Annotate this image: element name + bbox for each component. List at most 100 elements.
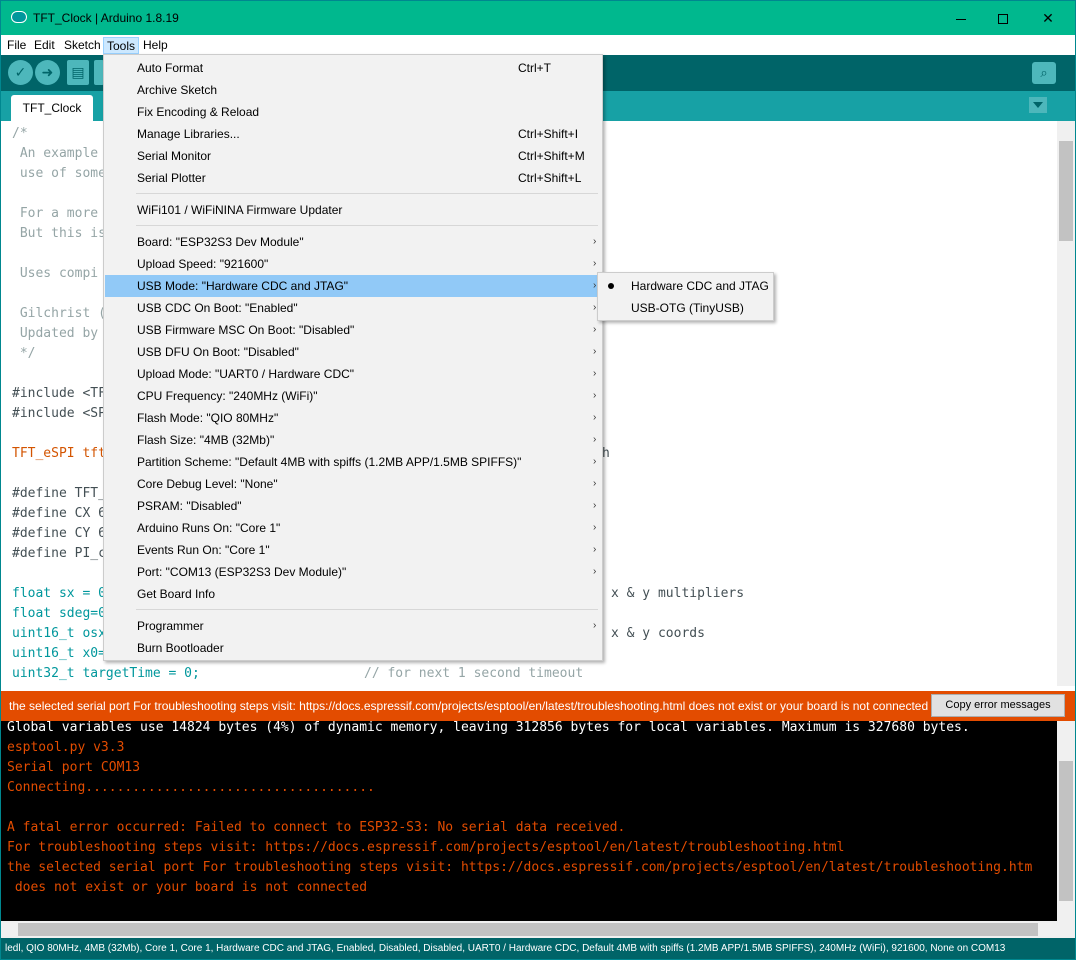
menu-edit[interactable]: Edit	[31, 37, 58, 54]
menu-item-auto-format[interactable]: Auto Format Ctrl+T	[105, 57, 601, 79]
menu-item-serial-plotter[interactable]: Serial Plotter Ctrl+Shift+L	[105, 167, 601, 189]
code-line: But this is	[12, 226, 106, 241]
menu-file[interactable]: File	[4, 37, 29, 54]
menu-item-firmware-updater[interactable]: WiFi101 / WiFiNINA Firmware Updater	[105, 199, 601, 221]
code-line: #define PI_c	[12, 546, 106, 561]
menu-separator	[136, 225, 598, 226]
menu-item-usb-dfu[interactable]: USB DFU On Boot: "Disabled" ›	[105, 341, 601, 363]
menu-item-serial-monitor[interactable]: Serial Monitor Ctrl+Shift+M	[105, 145, 601, 167]
copy-error-messages-button[interactable]: Copy error messages	[931, 694, 1065, 717]
status-footer: ledl, QIO 80MHz, 4MB (32Mb), Core 1, Cor…	[1, 938, 1075, 959]
chevron-right-icon: ›	[593, 412, 597, 423]
title-bar: TFT_Clock | Arduino 1.8.19 ✕	[1, 1, 1075, 35]
code-line: #define CY 6	[12, 526, 106, 541]
code-line: */	[12, 346, 36, 361]
code-line: #include <TF	[12, 386, 106, 401]
menu-bar: File Edit Sketch Tools Help	[1, 35, 1075, 55]
magnifier-icon: ⌕	[1040, 65, 1048, 80]
tools-menu-dropdown: Auto Format Ctrl+T Archive Sketch Fix Enc…	[103, 54, 603, 661]
menu-item-board[interactable]: Board: "ESP32S3 Dev Module" ›	[105, 231, 601, 253]
menu-item-events-run-on[interactable]: Events Run On: "Core 1" ›	[105, 539, 601, 561]
code-line: use of some	[12, 166, 106, 181]
new-file-icon: ▤	[71, 64, 85, 80]
window-title: TFT_Clock | Arduino 1.8.19	[33, 11, 179, 25]
menu-item-get-board-info[interactable]: Get Board Info	[105, 583, 601, 605]
menu-item-fix-encoding[interactable]: Fix Encoding & Reload	[105, 101, 601, 123]
console-line: Connecting..............................…	[7, 780, 375, 795]
serial-monitor-button[interactable]: ⌕	[1032, 62, 1056, 84]
menu-item-burn-bootloader[interactable]: Burn Bootloader	[105, 637, 601, 659]
editor-scrollbar[interactable]	[1057, 121, 1075, 686]
minimize-icon	[956, 18, 966, 20]
scroll-thumb[interactable]	[1059, 141, 1073, 241]
chevron-right-icon: ›	[593, 302, 597, 313]
code-line: For a more	[12, 206, 99, 221]
menu-item-archive-sketch[interactable]: Archive Sketch	[105, 79, 601, 101]
code-line: TFT_eSPI tft	[12, 446, 106, 461]
console-output[interactable]: Global variables use 14824 bytes (4%) of…	[1, 721, 1057, 921]
code-line: Uses compi	[12, 266, 99, 281]
menu-item-psram[interactable]: PSRAM: "Disabled" ›	[105, 495, 601, 517]
menu-item-usb-mode[interactable]: USB Mode: "Hardware CDC and JTAG" ›	[105, 275, 601, 297]
verify-button[interactable]: ✓	[8, 60, 33, 85]
maximize-icon	[998, 14, 1008, 25]
menu-item-arduino-runs-on[interactable]: Arduino Runs On: "Core 1" ›	[105, 517, 601, 539]
menu-tools[interactable]: Tools	[103, 37, 140, 54]
code-line: #define TFT_	[12, 486, 106, 501]
menu-item-port[interactable]: Port: "COM13 (ESP32S3 Dev Module)" ›	[105, 561, 601, 583]
menu-item-usb-firmware-msc[interactable]: USB Firmware MSC On Boot: "Disabled" ›	[105, 319, 601, 341]
code-line: An example	[12, 146, 99, 161]
upload-button[interactable]: ➜	[35, 60, 60, 85]
code-line-fragment: x & y coords	[611, 626, 705, 641]
chevron-right-icon: ›	[593, 566, 597, 577]
code-line: Updated by	[12, 326, 99, 341]
menu-item-core-debug-level[interactable]: Core Debug Level: "None" ›	[105, 473, 601, 495]
menu-item-upload-mode[interactable]: Upload Mode: "UART0 / Hardware CDC" ›	[105, 363, 601, 385]
menu-separator	[136, 193, 598, 194]
code-line-fragment: h	[602, 446, 610, 461]
console-line: A fatal error occurred: Failed to connec…	[7, 820, 626, 835]
code-line: uint16_t osx	[12, 626, 106, 641]
chevron-right-icon: ›	[593, 346, 597, 357]
menu-item-usb-cdc-on-boot[interactable]: USB CDC On Boot: "Enabled" ›	[105, 297, 601, 319]
usb-mode-submenu: Hardware CDC and JTAG USB-OTG (TinyUSB)	[597, 272, 774, 321]
menu-separator	[136, 609, 598, 610]
new-sketch-button[interactable]: ▤	[67, 60, 89, 85]
menu-item-upload-speed[interactable]: Upload Speed: "921600" ›	[105, 253, 601, 275]
menu-item-manage-libraries[interactable]: Manage Libraries... Ctrl+Shift+I	[105, 123, 601, 145]
menu-item-flash-mode[interactable]: Flash Mode: "QIO 80MHz" ›	[105, 407, 601, 429]
submenu-item-usb-otg[interactable]: USB-OTG (TinyUSB)	[599, 297, 772, 319]
menu-item-cpu-frequency[interactable]: CPU Frequency: "240MHz (WiFi)" ›	[105, 385, 601, 407]
chevron-right-icon: ›	[593, 544, 597, 555]
submenu-item-hardware-cdc-jtag[interactable]: Hardware CDC and JTAG	[599, 275, 772, 297]
menu-sketch[interactable]: Sketch	[61, 37, 104, 54]
console-scrollbar[interactable]	[1057, 721, 1075, 921]
scroll-thumb[interactable]	[18, 923, 1038, 936]
tab-menu-chevron-down-icon[interactable]	[1029, 97, 1047, 113]
code-line-fragment: x & y multipliers	[611, 586, 745, 601]
chevron-right-icon: ›	[593, 280, 597, 291]
code-line: float sx = 0	[12, 586, 106, 601]
chevron-right-icon: ›	[593, 478, 597, 489]
code-line: /*	[12, 126, 28, 141]
console-horizontal-scrollbar[interactable]	[1, 921, 1075, 938]
code-line-fragment: // for next 1 second timeout	[364, 666, 584, 681]
code-line: #define CX 6	[12, 506, 106, 521]
menu-item-flash-size[interactable]: Flash Size: "4MB (32Mb)" ›	[105, 429, 601, 451]
minimize-button[interactable]	[938, 1, 984, 35]
menu-item-partition-scheme[interactable]: Partition Scheme: "Default 4MB with spif…	[105, 451, 601, 473]
console-line: Serial port COM13	[7, 760, 141, 775]
chevron-right-icon: ›	[593, 258, 597, 269]
maximize-button[interactable]	[980, 1, 1026, 35]
console-line: For troubleshooting steps visit: https:/…	[7, 840, 845, 855]
code-line: uint16_t x0=	[12, 646, 106, 661]
close-button[interactable]: ✕	[1025, 1, 1071, 35]
scroll-thumb[interactable]	[1059, 761, 1073, 901]
menu-help[interactable]: Help	[140, 37, 171, 54]
menu-item-programmer[interactable]: Programmer ›	[105, 615, 601, 637]
arduino-logo-icon	[11, 11, 27, 23]
code-line: Gilchrist (	[12, 306, 106, 321]
tab-tft-clock[interactable]: TFT_Clock	[11, 95, 93, 122]
radio-selected-icon	[608, 283, 614, 289]
chevron-right-icon: ›	[593, 522, 597, 533]
